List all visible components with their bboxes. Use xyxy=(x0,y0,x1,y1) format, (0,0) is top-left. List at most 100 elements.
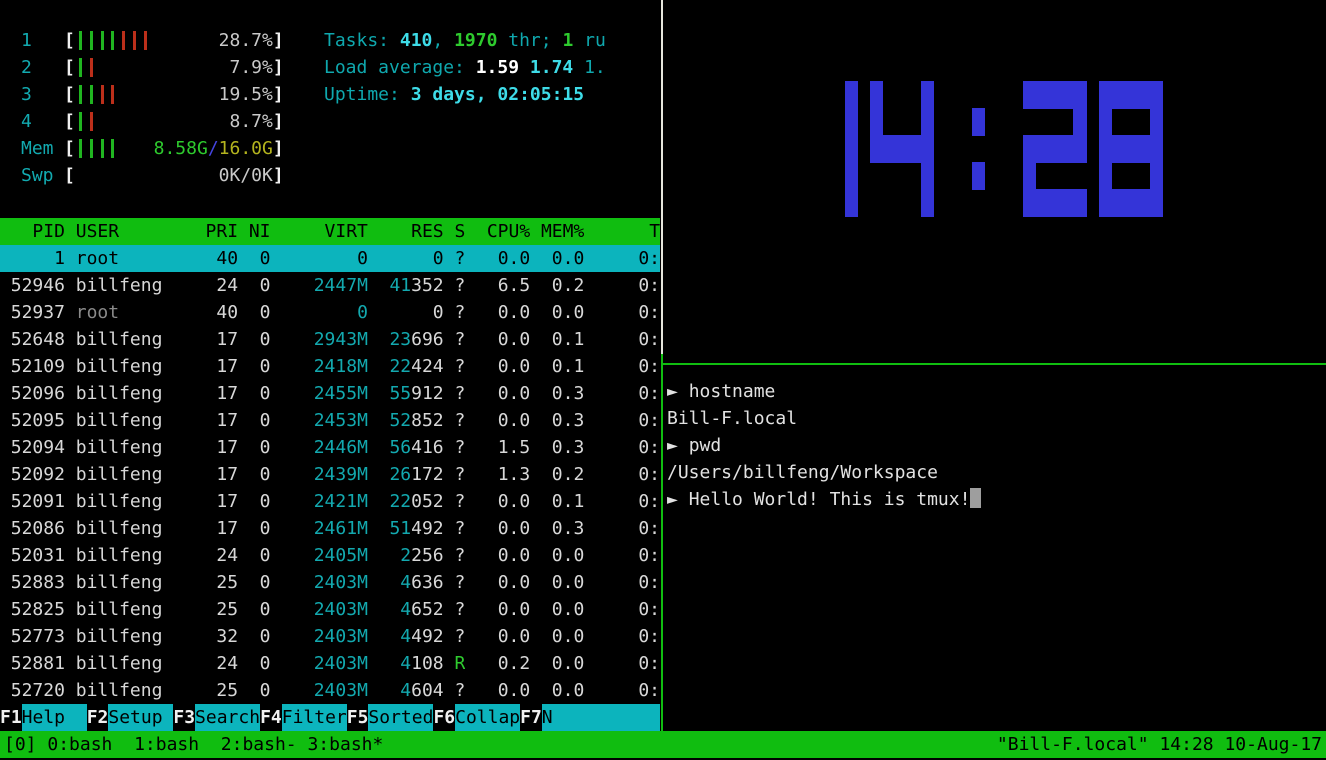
fkey-f6-button[interactable]: F6Collap xyxy=(433,704,520,731)
column-header-s[interactable]: S xyxy=(444,218,466,245)
process-row[interactable]: 52881billfeng2402403M4108R0.20.00: xyxy=(0,650,660,677)
mem-label: Mem xyxy=(0,135,64,162)
clock-segment xyxy=(845,108,858,136)
cpu1-value: 28.7% xyxy=(219,27,273,54)
cell-cpu: 0.0 xyxy=(465,542,530,569)
cell-res: 23696 xyxy=(368,326,444,353)
res-kb-part: 912 xyxy=(411,380,444,407)
cell-s: ? xyxy=(444,623,466,650)
htop-info-line-2: Load average: 1.59 1.74 1. xyxy=(324,54,660,81)
process-row[interactable]: 52773billfeng3202403M4492?0.00.00: xyxy=(0,623,660,650)
meter-bar xyxy=(79,58,82,77)
clock-segment xyxy=(1150,81,1163,109)
cell-user: billfeng xyxy=(65,650,173,677)
cell-mem: 0.2 xyxy=(530,461,584,488)
clock-segment xyxy=(1099,189,1112,217)
process-row[interactable]: 52095billfeng1702453M52852?0.00.30: xyxy=(0,407,660,434)
window-item-current[interactable]: 3:bash* xyxy=(307,734,394,755)
cpu3-bar-area: 19.5% xyxy=(75,81,273,108)
column-header-user[interactable]: USER xyxy=(65,218,173,245)
column-header-ni[interactable]: NI xyxy=(238,218,270,245)
clock-segment xyxy=(1035,189,1048,217)
clock-segment xyxy=(1023,135,1036,163)
column-header-mem[interactable]: MEM% xyxy=(530,218,584,245)
shell-pane[interactable]: ► hostnameBill-F.local► pwd/Users/billfe… xyxy=(663,365,1326,731)
fkey-f7-button[interactable]: F7N xyxy=(520,704,660,731)
cell-res: 51492 xyxy=(368,515,444,542)
prompt-arrow-icon: ► xyxy=(667,435,689,456)
cell-user: billfeng xyxy=(65,434,173,461)
cell-time: 0: xyxy=(584,326,660,353)
cell-s: ? xyxy=(444,677,466,704)
cell-time: 0: xyxy=(584,677,660,704)
shell-command-line: ► Hello World! This is tmux! xyxy=(667,486,1326,513)
cell-ni: 0 xyxy=(238,515,270,542)
window-item[interactable]: 2:bash- xyxy=(221,734,308,755)
clock-segment xyxy=(1048,135,1061,163)
fkey-f3-button[interactable]: F3Search xyxy=(173,704,260,731)
column-header-virt[interactable]: VIRT xyxy=(271,218,368,245)
column-header-pri[interactable]: PRI xyxy=(173,218,238,245)
process-row[interactable]: 52883billfeng2502403M4636?0.00.00: xyxy=(0,569,660,596)
fkey-f5-button[interactable]: F5Sorted xyxy=(347,704,434,731)
clock-segment xyxy=(921,135,934,163)
htop-pane[interactable]: 1[28.7%]2[7.9%]3[19.5%]4[8.7%]Mem[8.58G/… xyxy=(0,0,660,731)
process-row[interactable]: 52825billfeng2502403M4652?0.00.00: xyxy=(0,596,660,623)
process-row[interactable]: 52031billfeng2402405M2256?0.00.00: xyxy=(0,542,660,569)
res-kb-part: 108 xyxy=(411,650,444,677)
meter-bar xyxy=(101,85,104,104)
cell-s: ? xyxy=(444,488,466,515)
cell-pid: 52883 xyxy=(0,569,65,596)
cell-user: billfeng xyxy=(65,596,173,623)
cpu4-meter: 4[8.7%] xyxy=(0,108,300,135)
mem-value: 8.58G/16.0G xyxy=(154,135,273,162)
process-row[interactable]: 52091billfeng1702421M22052?0.00.10: xyxy=(0,488,660,515)
cell-res: 22052 xyxy=(368,488,444,515)
clock-segment xyxy=(1150,189,1163,217)
column-header-cpu[interactable]: CPU% xyxy=(465,218,530,245)
cell-pri: 40 xyxy=(173,299,238,326)
fkey-f2-button[interactable]: F2Setup xyxy=(87,704,174,731)
htop-info-block: Tasks: 410, 1970 thr; 1 ruLoad average: … xyxy=(324,27,660,108)
window-item[interactable]: 0:bash xyxy=(47,734,134,755)
meter-open-bracket: [ xyxy=(64,165,75,186)
cell-virt: 2403M xyxy=(271,623,368,650)
clock-segment xyxy=(1048,189,1061,217)
res-kb-part: 424 xyxy=(411,353,444,380)
process-row[interactable]: 52096billfeng1702455M55912?0.00.30: xyxy=(0,380,660,407)
process-row[interactable]: 52092billfeng1702439M26172?1.30.20: xyxy=(0,461,660,488)
fkey-f4-button[interactable]: F4Filter xyxy=(260,704,347,731)
column-header-time[interactable]: T xyxy=(584,218,660,245)
meter-open-bracket: [ xyxy=(64,30,75,51)
text-segment: , xyxy=(432,30,454,51)
clock-pane[interactable] xyxy=(663,0,1326,363)
process-row[interactable]: 52086billfeng1702461M51492?0.00.30: xyxy=(0,515,660,542)
clock-segment xyxy=(908,135,921,163)
meter-bar xyxy=(79,139,82,158)
process-row[interactable]: 52946billfeng2402447M41352?6.50.20: xyxy=(0,272,660,299)
cell-ni: 0 xyxy=(238,569,270,596)
process-row[interactable]: 1root40000?0.00.00: xyxy=(0,245,660,272)
process-row[interactable]: 52109billfeng1702418M22424?0.00.10: xyxy=(0,353,660,380)
cell-cpu: 0.0 xyxy=(465,380,530,407)
shell-command-line: ► pwd xyxy=(667,432,1326,459)
process-row[interactable]: 52937root40000?0.00.00: xyxy=(0,299,660,326)
fkey-f1-button[interactable]: F1Help xyxy=(0,704,87,731)
cell-pri: 17 xyxy=(173,353,238,380)
fkey-action-label: N xyxy=(542,704,660,731)
column-header-res[interactable]: RES xyxy=(368,218,444,245)
meter-close-bracket: ] xyxy=(273,30,284,51)
clock-segment xyxy=(972,162,985,190)
window-item[interactable]: 1:bash xyxy=(134,734,221,755)
cell-pri: 25 xyxy=(173,596,238,623)
clock-segment xyxy=(921,189,934,217)
cpu2-bar-area: 7.9% xyxy=(75,54,273,81)
shell-text: hostname xyxy=(689,381,776,402)
process-row[interactable]: 52720billfeng2502403M4604?0.00.00: xyxy=(0,677,660,704)
text-segment: 1. xyxy=(584,57,606,78)
process-row[interactable]: 52094billfeng1702446M56416?1.50.30: xyxy=(0,434,660,461)
process-row[interactable]: 52648billfeng1702943M23696?0.00.10: xyxy=(0,326,660,353)
column-header-pid[interactable]: PID xyxy=(0,218,65,245)
cell-mem: 0.1 xyxy=(530,488,584,515)
cell-virt: 2461M xyxy=(271,515,368,542)
